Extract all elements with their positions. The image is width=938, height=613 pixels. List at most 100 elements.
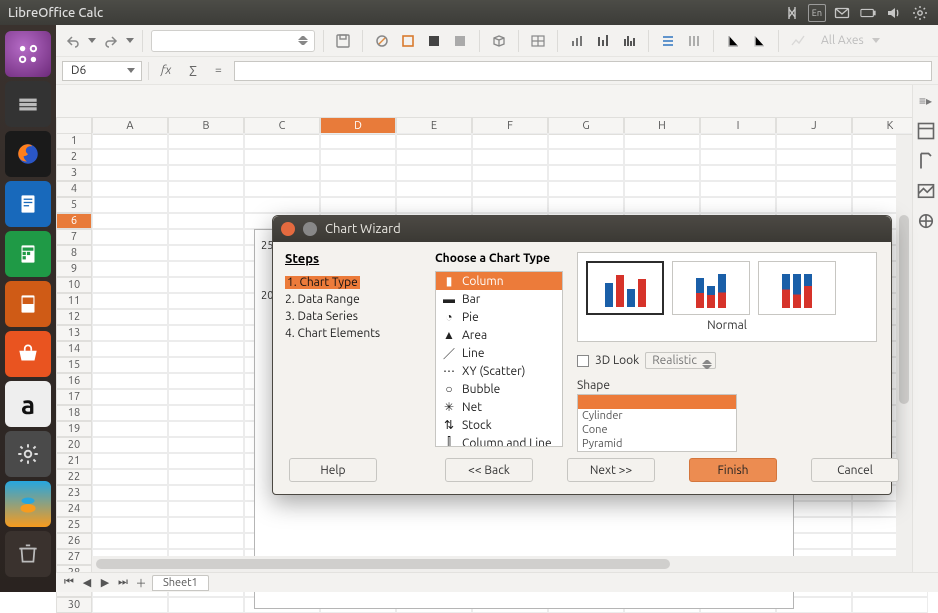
- row-header[interactable]: 5: [56, 197, 92, 213]
- row-header[interactable]: 30: [56, 597, 92, 613]
- cell[interactable]: [92, 453, 168, 469]
- row-header[interactable]: 21: [56, 453, 92, 469]
- cell[interactable]: [776, 133, 852, 149]
- cell[interactable]: [244, 149, 320, 165]
- cell[interactable]: [320, 197, 396, 213]
- help-button[interactable]: Help: [289, 458, 377, 482]
- cell[interactable]: [168, 501, 244, 517]
- cell[interactable]: [92, 597, 168, 613]
- subtype-normal[interactable]: [586, 261, 664, 315]
- cell[interactable]: [168, 597, 244, 613]
- cell[interactable]: [244, 133, 320, 149]
- cell[interactable]: [168, 469, 244, 485]
- row-header[interactable]: 27: [56, 549, 92, 565]
- launcher-amazon[interactable]: a: [5, 381, 51, 427]
- cell[interactable]: [92, 533, 168, 549]
- keyboard-lang-icon[interactable]: En: [808, 4, 826, 22]
- equals-icon[interactable]: =: [209, 64, 228, 77]
- sidebar-properties-icon[interactable]: [916, 121, 936, 141]
- vgrid-icon[interactable]: [683, 30, 705, 52]
- redo-dropdown-icon[interactable]: [126, 38, 134, 43]
- cell[interactable]: [92, 245, 168, 261]
- cell[interactable]: [168, 229, 244, 245]
- row-header[interactable]: 22: [56, 469, 92, 485]
- wizard-step[interactable]: 1. Chart Type: [285, 274, 435, 291]
- network-icon[interactable]: [782, 4, 802, 22]
- name-box-dropdown-icon[interactable]: [127, 68, 135, 73]
- cell[interactable]: [92, 357, 168, 373]
- chart-type-list[interactable]: ▮Column▬Bar◔Pie▲Area／Line⋯XY (Scatter)○B…: [435, 271, 563, 447]
- cell[interactable]: [244, 181, 320, 197]
- cell[interactable]: [168, 165, 244, 181]
- sigma-icon[interactable]: Σ: [183, 63, 203, 79]
- battery-icon[interactable]: [858, 4, 878, 22]
- cell[interactable]: [92, 341, 168, 357]
- cell[interactable]: [396, 149, 472, 165]
- row-header[interactable]: 1: [56, 133, 92, 149]
- row-header[interactable]: 2: [56, 149, 92, 165]
- subtype-stacked[interactable]: [672, 261, 750, 315]
- cell[interactable]: [320, 149, 396, 165]
- shape1-icon[interactable]: [371, 30, 393, 52]
- row-header[interactable]: 12: [56, 309, 92, 325]
- row-header[interactable]: 6: [56, 213, 92, 229]
- cell[interactable]: [700, 149, 776, 165]
- cell[interactable]: [168, 325, 244, 341]
- cell[interactable]: [472, 197, 548, 213]
- row-header[interactable]: 16: [56, 373, 92, 389]
- cell[interactable]: [776, 165, 852, 181]
- launcher-dash[interactable]: [5, 31, 51, 77]
- cell[interactable]: [92, 261, 168, 277]
- next-button[interactable]: Next >>: [567, 458, 655, 482]
- chart-bars2-icon[interactable]: [592, 30, 614, 52]
- cell[interactable]: [700, 165, 776, 181]
- cell[interactable]: [92, 165, 168, 181]
- rect-fill-icon[interactable]: [423, 30, 445, 52]
- cell[interactable]: [396, 165, 472, 181]
- cell[interactable]: [472, 149, 548, 165]
- cell[interactable]: [168, 277, 244, 293]
- row-header[interactable]: 20: [56, 437, 92, 453]
- 3dlook-checkbox[interactable]: [577, 355, 589, 367]
- cell[interactable]: [92, 229, 168, 245]
- cell[interactable]: [92, 213, 168, 229]
- cell[interactable]: [472, 133, 548, 149]
- cell[interactable]: [168, 261, 244, 277]
- gear-icon[interactable]: [910, 4, 930, 22]
- cell[interactable]: [168, 293, 244, 309]
- cell[interactable]: [92, 469, 168, 485]
- cell[interactable]: [92, 437, 168, 453]
- cell[interactable]: [168, 421, 244, 437]
- cell[interactable]: [92, 517, 168, 533]
- cell[interactable]: [320, 165, 396, 181]
- dialog-close-icon[interactable]: [281, 222, 295, 236]
- cell[interactable]: [320, 133, 396, 149]
- shape-list[interactable]: BarCylinderConePyramid: [577, 394, 737, 452]
- cell[interactable]: [168, 341, 244, 357]
- wizard-step[interactable]: 3. Data Series: [285, 308, 435, 325]
- grid-icon[interactable]: [527, 30, 549, 52]
- launcher-software[interactable]: [5, 331, 51, 377]
- hgrid-icon[interactable]: [657, 30, 679, 52]
- cell[interactable]: [168, 309, 244, 325]
- tab-prev-icon[interactable]: ◀: [80, 576, 94, 590]
- cell[interactable]: [396, 133, 472, 149]
- formula-input[interactable]: [234, 61, 932, 81]
- subtype-percent[interactable]: [758, 261, 836, 315]
- cell[interactable]: [168, 533, 244, 549]
- sidebar-navigator-icon[interactable]: [916, 211, 936, 231]
- cell[interactable]: [168, 485, 244, 501]
- cell[interactable]: [168, 517, 244, 533]
- cell[interactable]: [92, 149, 168, 165]
- cell[interactable]: [244, 165, 320, 181]
- finish-button[interactable]: Finish: [689, 458, 777, 482]
- wizard-step[interactable]: 4. Chart Elements: [285, 325, 435, 342]
- cell[interactable]: [548, 133, 624, 149]
- row-header[interactable]: 4: [56, 181, 92, 197]
- row-header[interactable]: 18: [56, 405, 92, 421]
- cell[interactable]: [168, 453, 244, 469]
- cell[interactable]: [472, 181, 548, 197]
- cell[interactable]: [92, 421, 168, 437]
- launcher-files[interactable]: [5, 81, 51, 127]
- cell[interactable]: [168, 437, 244, 453]
